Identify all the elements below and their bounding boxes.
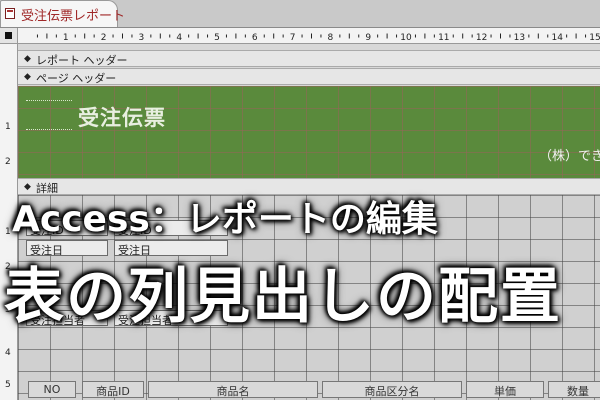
report-selector[interactable]	[0, 28, 18, 44]
horizontal-ruler[interactable]: 1 2 3 4 5 6 7 8 9 10 11 12 13 14 15	[18, 28, 600, 44]
hruler-number: 7	[290, 33, 296, 43]
report-header-label: レポート ヘッダー	[36, 54, 128, 67]
vruler-number: 1	[5, 122, 11, 132]
vruler-number: 4	[5, 348, 11, 358]
hruler-number: 15	[589, 33, 600, 43]
hruler-number: 6	[252, 33, 258, 43]
hruler-number: 2	[101, 33, 107, 43]
report-document-tab[interactable]: 受注伝票レポート	[0, 0, 125, 27]
page-header-label: ページ ヘッダー	[36, 72, 117, 85]
hruler-number: 4	[176, 33, 182, 43]
section-arrow-icon: ◆	[24, 54, 31, 64]
section-arrow-icon: ◆	[24, 72, 31, 82]
column-header-no[interactable]: NO	[28, 381, 76, 398]
column-header-quantity[interactable]: 数量	[548, 381, 600, 398]
hruler-number: 13	[514, 33, 525, 43]
vruler-number: 5	[5, 380, 11, 390]
title-placeholder	[26, 100, 72, 130]
hruler-number: 3	[139, 33, 145, 43]
document-tab-bar: 受注伝票レポート	[0, 0, 600, 28]
hruler-number: 14	[551, 33, 563, 43]
report-header-band[interactable]: 受注伝票 （株）でき	[18, 86, 600, 178]
vruler-number: 1	[5, 227, 11, 237]
column-header-product-name[interactable]: 商品名	[148, 381, 318, 398]
hruler-number: 8	[328, 33, 334, 43]
hruler-number: 12	[476, 33, 487, 43]
hruler-number: 5	[214, 33, 220, 43]
report-header-section-bar[interactable]: ◆ レポート ヘッダー	[18, 50, 600, 67]
report-tab-label: 受注伝票レポート	[21, 9, 126, 24]
column-header-category[interactable]: 商品区分名	[322, 381, 462, 398]
article-title: 表の列見出しの配置	[4, 262, 562, 332]
hruler-number: 1	[63, 33, 69, 43]
hruler-number: 10	[400, 33, 412, 43]
article-subtitle: Access：レポートの編集	[12, 199, 438, 240]
ruler-ticks: 1 2 3 4 5 6 7 8 9 10 11 12 13 14 15	[36, 33, 600, 43]
report-selector-icon	[5, 32, 12, 39]
company-name-label[interactable]: （株）でき	[539, 145, 600, 164]
column-header-product-id[interactable]: 商品ID	[82, 381, 144, 398]
hruler-number: 9	[365, 33, 371, 43]
report-title-label[interactable]: 受注伝票	[78, 102, 166, 132]
report-icon	[5, 8, 15, 19]
page-header-section-bar[interactable]: ◆ ページ ヘッダー	[18, 68, 600, 85]
vruler-number: 2	[5, 157, 11, 167]
column-header-unit-price[interactable]: 単価	[466, 381, 544, 398]
hruler-number: 11	[438, 33, 449, 43]
